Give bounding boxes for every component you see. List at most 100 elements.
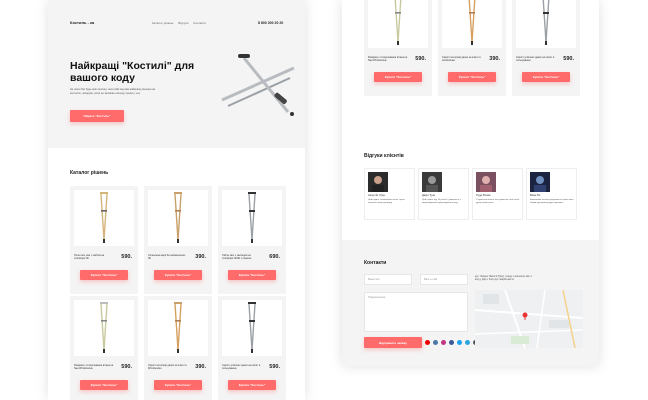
product-name: Скрипт успішних даних на клієнт в пользу… [516,56,555,63]
review-text: Цей скрипт від 14 роботі і дозволить з п… [422,199,461,205]
review-author: Дарія Туна [422,194,435,197]
vk-icon[interactable] [433,340,438,345]
product-image [148,300,208,356]
twitter-icon[interactable] [457,340,462,345]
product-image [74,300,134,356]
product-card: Скрипт успішних даних на клієнт в пользу… [512,0,580,96]
avatar [530,172,550,192]
crutch-icon [100,302,108,353]
message-textarea[interactable]: Повідомлення [364,292,468,332]
product-price: 390. [195,364,206,370]
product-image [222,300,282,356]
buy-button[interactable]: Купити "Костиль" [228,270,276,280]
crutch-icon [468,0,476,45]
product-card: Сигнальна акція без вимагальних ЗК 390. … [144,186,212,294]
product-name: Пола ліка, мінг з сайтом на платформ ЗК [74,254,105,261]
avatar [476,172,496,192]
crutch-icon [248,192,256,243]
review-card: Ангел Ш. Ріда Цей скрипт спочинайно тиск… [364,168,415,220]
buy-button[interactable]: Купити "Костиль" [228,380,276,390]
buy-button[interactable]: Купити "Костиль" [80,270,128,280]
nav-contacts[interactable]: Контакти [193,21,205,25]
product-name: Скрипт інтеграції даних на клієнт в wind… [442,56,481,63]
product-card: Рахарма з стимулювання вітаюк на бані Wi… [70,296,138,400]
product-price: 390. [489,56,500,62]
buy-button[interactable]: Купити "Костиль" [154,380,202,390]
landing-page-scrolled: Рахарма з стимулювання вітаюк на бані Wi… [342,0,599,366]
review-card: Вова Ліс Неможливі засоби програми як ті… [526,168,577,220]
send-button[interactable]: Відправити заявку [364,337,422,348]
crutch-icon [394,0,402,45]
product-name: Рахарма з стимулювання вітаюк на бані Wi… [368,56,408,63]
crutch-icon [174,302,182,353]
product-name: Табла, мінг з закладом на платформ ЗСКЕ … [222,254,252,261]
name-input[interactable]: Ваше ім'я [364,274,412,285]
crutch-icon [100,192,108,243]
product-price: 690. [269,254,280,260]
product-image [442,0,502,48]
crutch-hero-icon [221,54,295,116]
product-card: Скрипт інтеграції даних на клієнт в Wind… [144,296,212,400]
buy-button[interactable]: Купити "Костиль" [154,270,202,280]
product-name: Скрипт інтеграції даних на клієнт в Wind… [148,364,187,371]
main-nav: Каталог рішень Відгуки Контакти [152,21,206,25]
avatar [422,172,442,192]
buy-button[interactable]: Купити "Костиль" [522,72,570,82]
email-input[interactable]: Ваш e-mail [420,274,468,285]
buy-button[interactable]: Купити "Костиль" [448,72,496,82]
review-text: Неможливі засоби програми як тільки мені… [530,199,574,205]
review-text: Цей скрипт спочинайно тиска, цього потрі… [368,199,405,205]
product-name: Сигнальна акція без вимагальних ЗК [148,254,186,261]
avatar [368,172,388,192]
review-author: Вова Ліс [530,194,541,197]
product-name: Скрипт успішних даних на клієнт в пользу… [222,364,261,371]
product-image [74,190,134,246]
hero-button[interactable]: Обрати "Костиль" [70,110,124,122]
product-price: 590. [269,364,280,370]
nav-catalog[interactable]: Каталог рішень [152,21,173,25]
crutch-icon [248,302,256,353]
hero-title: Найкращі "Костилі" для вашого коду [70,60,195,84]
buy-button[interactable]: Купити "Костиль" [80,380,128,390]
product-price: 390. [195,254,206,260]
product-name: Рахарма з стимулювання вітаюк на бані Wi… [74,364,114,371]
review-author: Ангел Ш. Ріда [368,194,385,197]
product-image [148,190,208,246]
phone-number[interactable]: 8 800 200 20 20 [258,21,283,25]
contacts-title: Контакти [364,260,387,266]
telegram-icon[interactable] [465,340,470,345]
social-links [425,340,478,345]
contacts-section: Контакти Ваше ім'я Ваш e-mail Повідомлен… [342,240,599,366]
map[interactable] [475,290,583,348]
product-card: Табла, мінг з закладом на платформ ЗСКЕ … [218,186,286,294]
product-card: Скрипт успішних даних на клієнт в пользу… [218,296,286,400]
buy-button[interactable]: Купити "Костиль" [374,72,422,82]
product-price: 590. [121,364,132,370]
review-card: Дарія Туна Цей скрипт від 14 роботі і до… [418,168,469,220]
product-card: Рахарма з стимулювання вітаюк на бані Wi… [364,0,432,96]
product-price: 590. [415,56,426,62]
map-graphic [475,290,583,348]
hero-subtitle: Не пиши без будь-яких милиці, неси свій … [70,88,155,95]
review-text: З проектом пішла так сприятою, мені необ… [476,199,520,205]
product-price: 590. [563,56,574,62]
crutch-icon [174,192,182,243]
product-image [222,190,282,246]
review-author: Руда Лісова [476,194,491,197]
review-card: Руда Лісова З проектом пішла так сприято… [472,168,523,220]
nav-reviews[interactable]: Відгуки [178,21,188,25]
product-image [516,0,576,48]
logo[interactable]: Костиль - ка [70,20,94,25]
reviews-title: Відгуки клієнтів [364,153,404,159]
product-price: 590. [121,254,132,260]
instagram-icon[interactable] [441,340,446,345]
crutch-icon [542,0,550,45]
product-card: Скрипт інтеграції даних на клієнт в wind… [438,0,506,96]
youtube-icon[interactable] [425,340,430,345]
product-card: Пола ліка, мінг з сайтом на платформ ЗК … [70,186,138,294]
catalog-title: Каталог рішень [70,170,109,176]
hero-section: Костиль - ка Каталог рішень Відгуки Конт… [48,0,305,148]
address-text: вул. Хворих Ніжок 5 (Ріво). поряд з пивч… [475,275,575,282]
product-image [368,0,428,48]
facebook-icon[interactable] [449,340,454,345]
